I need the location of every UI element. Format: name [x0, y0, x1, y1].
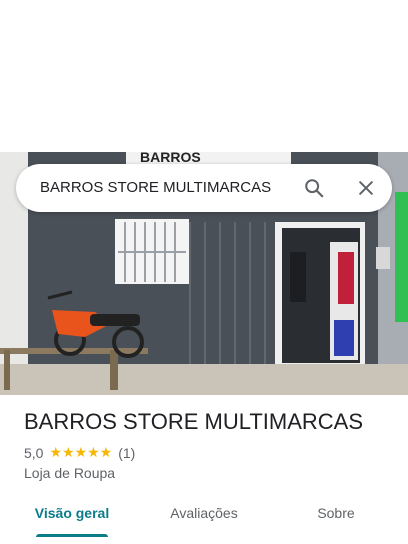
tab-overview[interactable]: Visão geral: [22, 490, 122, 538]
tab-reviews[interactable]: Avaliações: [154, 490, 254, 538]
tab-about[interactable]: Sobre: [286, 490, 386, 538]
star-rating-icon: ★★★★★: [49, 444, 113, 460]
rating-value: 5,0: [24, 444, 44, 461]
active-tab-indicator: [36, 534, 108, 537]
place-category[interactable]: Loja de Roupa: [24, 465, 115, 481]
tab-bar: Visão geral Avaliações Sobre: [0, 490, 408, 538]
review-count[interactable]: (1): [118, 445, 135, 461]
search-input[interactable]: BARROS STORE MULTIMARCAS: [40, 164, 271, 212]
search-bar[interactable]: BARROS STORE MULTIMARCAS: [16, 164, 392, 212]
rating-row[interactable]: 5,0 ★★★★★ (1): [24, 444, 135, 461]
close-icon[interactable]: [352, 174, 380, 202]
search-icon[interactable]: [300, 174, 328, 202]
place-title: BARROS STORE MULTIMARCAS: [24, 409, 364, 434]
